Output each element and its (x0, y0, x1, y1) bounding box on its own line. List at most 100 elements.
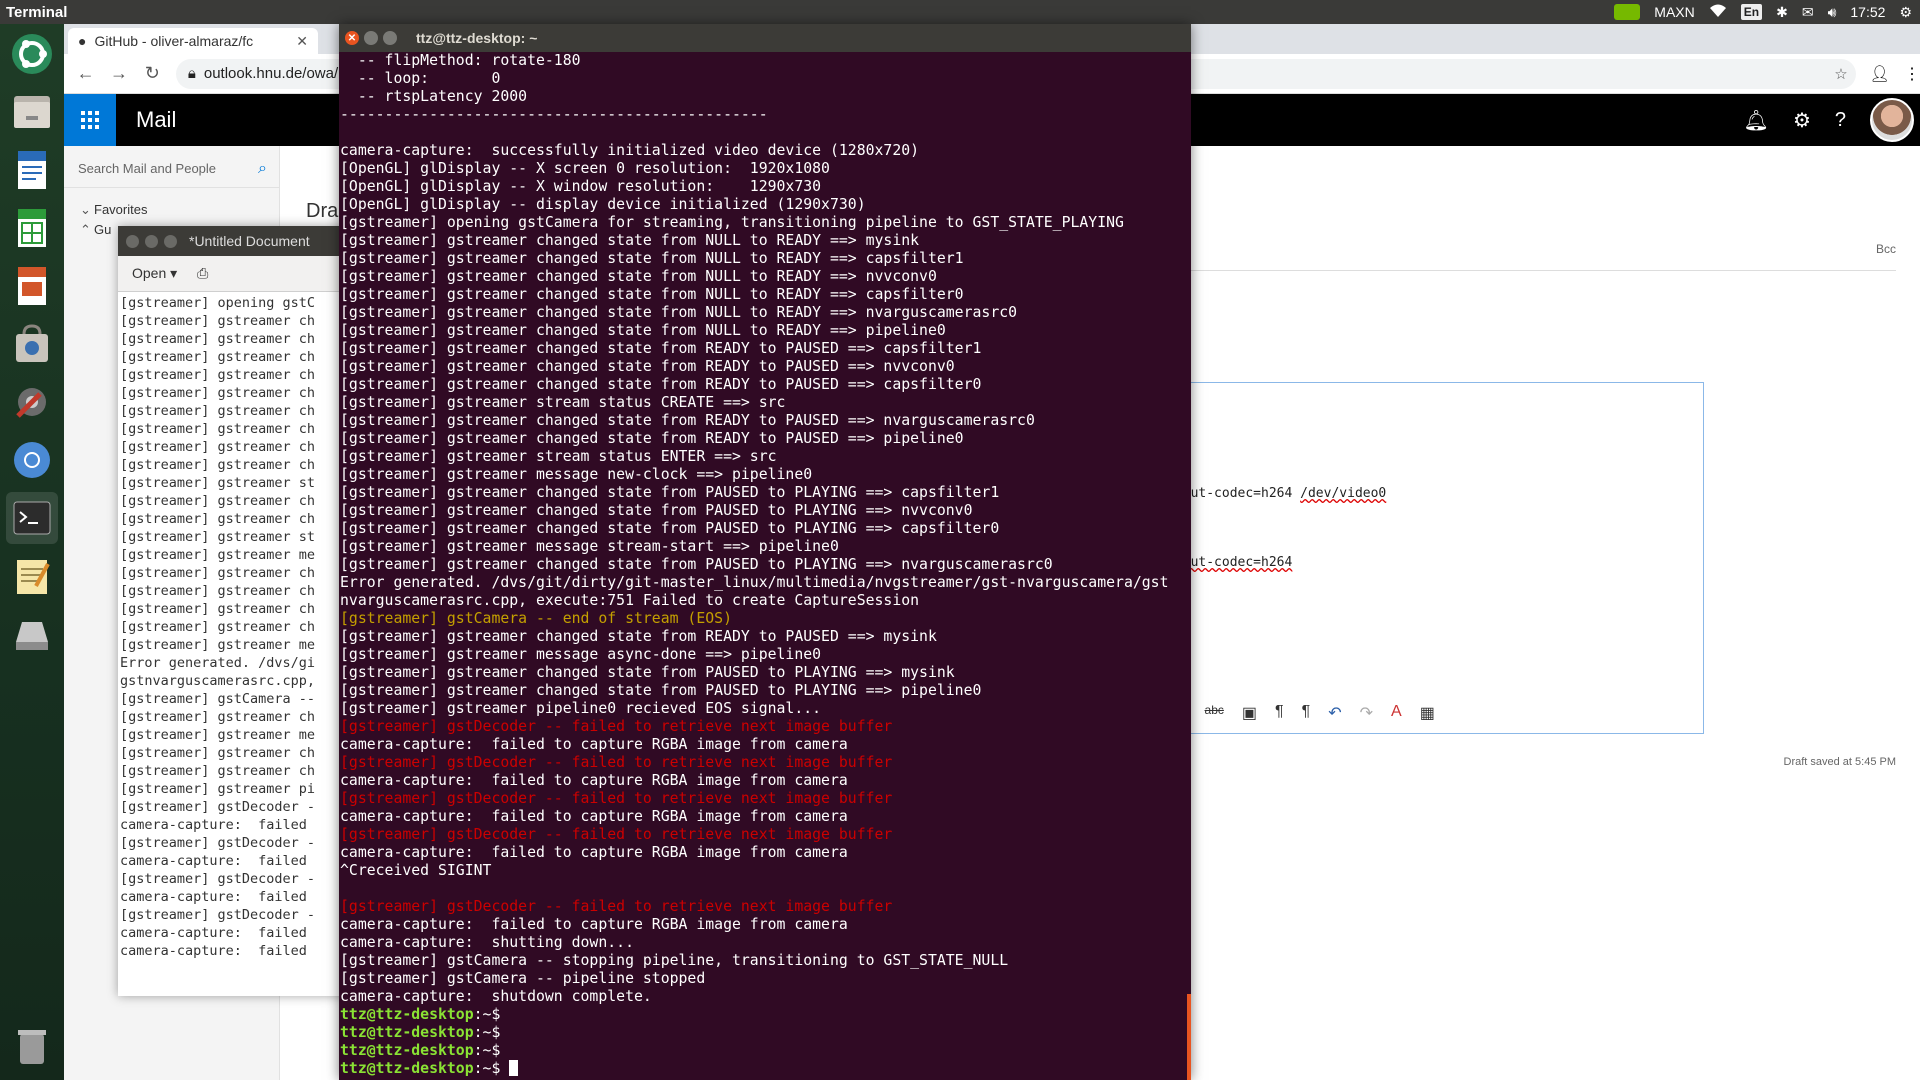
terminal-line: [gstreamer] gstreamer changed state from… (340, 556, 1053, 573)
terminal-prompt-line: ttz@ttz-desktop:~$ (340, 1024, 1191, 1042)
editor-toolbar: Open ▾ ⎙ (118, 256, 358, 292)
files-icon[interactable] (6, 86, 58, 138)
editor-line: [gstreamer] gstDecoder - (120, 835, 316, 851)
menu-dots-icon[interactable]: ⋮ (1904, 64, 1920, 84)
back-icon[interactable]: ← (76, 63, 95, 84)
maximize-icon[interactable] (164, 234, 177, 248)
app-launcher-icon[interactable] (64, 94, 116, 146)
writer-icon[interactable] (6, 144, 58, 196)
bluetooth-icon[interactable]: ✱ (1776, 4, 1788, 21)
editor-title: *Untitled Document (189, 233, 310, 249)
terminal-line: -- loop: 0 (340, 70, 501, 87)
text-editor-window: *Untitled Document Open ▾ ⎙ [gstreamer] … (118, 226, 358, 996)
chevron-up-icon: ⌃ (80, 222, 91, 237)
strikethrough-icon[interactable]: abc (1205, 703, 1224, 723)
insert-image-icon[interactable]: ▣ (1242, 703, 1257, 723)
terminal-line: [gstreamer] gstreamer changed state from… (340, 412, 1035, 429)
settings-gear-icon[interactable]: ⚙ (1793, 108, 1811, 133)
clock[interactable]: 17:52 (1850, 4, 1885, 20)
terminal-line: [gstreamer] gstreamer changed state from… (340, 682, 982, 699)
terminal-window: ✕ ttz@ttz-desktop: ~ -- flipMethod: rota… (339, 24, 1191, 1080)
editor-line: [gstreamer] gstreamer ch (120, 349, 316, 365)
ubuntu-dash-icon[interactable] (6, 28, 58, 80)
bookmark-star-icon[interactable]: ☆ (1834, 65, 1847, 83)
calc-icon[interactable] (6, 202, 58, 254)
chevron-down-icon: ⌄ (80, 202, 91, 217)
editor-line: [gstreamer] gstreamer ch (120, 457, 316, 473)
search-placeholder: Search Mail and People (78, 161, 217, 176)
editor-line: [gstreamer] gstDecoder - (120, 907, 316, 923)
trash-icon[interactable] (6, 1020, 58, 1072)
terminal-line: [gstreamer] gstreamer changed state from… (340, 520, 1000, 537)
terminal-line: [gstreamer] gstDecoder -- failed to retr… (340, 790, 893, 807)
editor-text-area[interactable]: [gstreamer] opening gstC [gstreamer] gstr… (118, 292, 358, 962)
bcc-link[interactable]: Bcc (1876, 242, 1896, 256)
help-icon[interactable]: ? (1835, 109, 1846, 132)
table-icon[interactable]: ▦ (1420, 703, 1435, 723)
draft-saved-status: Draft saved at 5:45 PM (1783, 756, 1897, 768)
maximize-icon[interactable] (383, 31, 397, 45)
terminal-line: camera-capture: failed to capture RGBA i… (340, 772, 848, 789)
minimize-icon[interactable] (364, 31, 378, 45)
terminal-line: camera-capture: failed to capture RGBA i… (340, 916, 848, 933)
clear-format-icon[interactable]: A (1391, 703, 1402, 723)
terminal-line: [gstreamer] gstreamer changed state from… (340, 340, 982, 357)
active-app-title: Terminal (6, 3, 68, 21)
mail-icon[interactable]: ✉ (1802, 4, 1814, 21)
rtl-icon[interactable]: ¶ (1302, 703, 1311, 723)
bell-icon[interactable]: 🔔︎ (1744, 108, 1769, 133)
volume-icon[interactable]: 🔊︎ (1828, 4, 1837, 21)
prompt-user: ttz@ttz-desktop (340, 1060, 474, 1077)
terminal-icon[interactable] (6, 492, 58, 544)
terminal-line: [gstreamer] gstreamer changed state from… (340, 430, 964, 447)
profile-icon[interactable]: 👤︎ (1870, 64, 1890, 84)
power-mode-indicator[interactable]: MAXN (1654, 4, 1694, 20)
software-center-icon[interactable] (6, 318, 58, 370)
forward-icon[interactable]: → (109, 63, 128, 84)
close-tab-icon[interactable]: ✕ (296, 33, 308, 50)
settings-tools-icon[interactable] (6, 376, 58, 428)
close-icon[interactable] (126, 234, 139, 248)
terminal-line: [gstreamer] gstreamer changed state from… (340, 250, 964, 267)
editor-line: [gstreamer] gstDecoder - (120, 799, 316, 815)
terminal-line: [gstreamer] gstCamera -- stopping pipeli… (340, 952, 1009, 969)
chromium-icon[interactable] (6, 434, 58, 486)
terminal-line: [gstreamer] gstreamer stream status ENTE… (340, 448, 777, 465)
nvidia-icon[interactable] (1614, 4, 1641, 20)
close-icon[interactable]: ✕ (345, 31, 359, 45)
avatar[interactable] (1870, 98, 1914, 142)
github-icon: ● (78, 33, 87, 49)
text-editor-icon[interactable] (6, 550, 58, 602)
drive-icon[interactable] (6, 608, 58, 660)
reload-icon[interactable]: ↻ (143, 63, 162, 84)
terminal-scrollbar[interactable] (1187, 994, 1191, 1080)
search-input[interactable]: Search Mail and People ⌕ (64, 150, 279, 188)
editor-line: [gstreamer] gstreamer ch (120, 511, 316, 527)
launcher (0, 24, 64, 1080)
terminal-line: nvarguscamerasrc.cpp, execute:751 Failed… (340, 592, 920, 609)
open-button[interactable]: Open ▾ (132, 265, 177, 282)
undo-icon[interactable]: ↶ (1328, 703, 1341, 723)
editor-line: [gstreamer] gstreamer ch (120, 367, 316, 383)
terminal-line: [gstreamer] gstreamer changed state from… (340, 664, 955, 681)
redo-icon[interactable]: ↷ (1360, 703, 1373, 723)
terminal-line: camera-capture: failed to capture RGBA i… (340, 844, 848, 861)
terminal-line: [gstreamer] gstreamer message async-done… (340, 646, 822, 663)
editor-line: [gstreamer] gstreamer st (120, 475, 316, 491)
folder-favorites[interactable]: ⌄ Favorites (64, 188, 279, 218)
wifi-icon[interactable] (1709, 4, 1727, 21)
new-document-icon[interactable]: ⎙ (197, 265, 208, 282)
terminal-title: ttz@ttz-desktop: ~ (416, 30, 538, 46)
prompt-user: ttz@ttz-desktop (340, 1006, 474, 1023)
browser-tab[interactable]: ● GitHub - oliver-almaraz/fc ✕ (68, 28, 318, 54)
editor-line: [gstreamer] gstreamer st (120, 529, 316, 545)
gear-icon[interactable]: ⚙ (1899, 4, 1912, 21)
keyboard-layout-indicator[interactable]: En (1740, 4, 1763, 20)
ltr-icon[interactable]: ¶ (1275, 703, 1284, 723)
minimize-icon[interactable] (145, 234, 158, 248)
impress-icon[interactable] (6, 260, 58, 312)
terminal-line: [gstreamer] gstreamer changed state from… (340, 286, 964, 303)
search-icon[interactable]: ⌕ (258, 160, 267, 178)
terminal-output[interactable]: -- flipMethod: rotate-180 -- loop: 0 -- … (339, 52, 1191, 1080)
terminal-line: [gstreamer] gstreamer changed state from… (340, 502, 973, 519)
